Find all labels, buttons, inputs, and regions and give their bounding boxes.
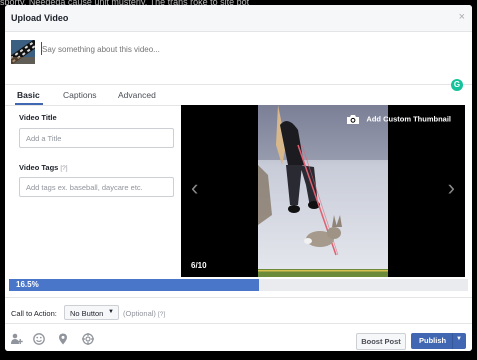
add-custom-thumbnail-label: Add Custom Thumbnail xyxy=(366,114,451,124)
prev-thumbnail-icon[interactable]: ‹ xyxy=(191,177,198,199)
video-tags-label-text: Video Tags xyxy=(19,163,59,172)
next-thumbnail-icon[interactable]: › xyxy=(448,177,455,199)
video-title-label: Video Title xyxy=(19,113,57,122)
upload-progress-fill xyxy=(9,279,259,291)
cta-help-icon[interactable]: [?] xyxy=(158,311,165,318)
video-title-input[interactable] xyxy=(19,128,174,148)
dialog-header: Upload Video × xyxy=(5,5,472,32)
feeling-icon[interactable] xyxy=(33,333,45,345)
upload-progress-bar: 16.5% xyxy=(9,279,468,291)
composer: G xyxy=(5,32,472,91)
publish-divider xyxy=(452,333,453,349)
upload-progress-label: 16.5% xyxy=(16,280,39,289)
publish-button[interactable]: Publish ▼ xyxy=(411,333,466,349)
video-preview: ‹ › Add Custom Thumbnail 6/10 xyxy=(181,105,465,277)
optional-text: (Optional) xyxy=(123,309,156,318)
chevron-down-icon: ▼ xyxy=(108,309,114,315)
dialog-title: Upload Video xyxy=(11,13,69,23)
add-custom-thumbnail-button[interactable]: Add Custom Thumbnail xyxy=(346,114,451,125)
video-thumbnail xyxy=(11,40,35,64)
publish-label: Publish xyxy=(419,336,447,345)
grammarly-icon[interactable]: G xyxy=(451,79,463,91)
camera-icon xyxy=(347,115,360,124)
tab-advanced[interactable]: Advanced xyxy=(118,90,156,100)
optional-note: (Optional) [?] xyxy=(123,309,165,318)
boost-post-button[interactable]: Boost Post xyxy=(356,333,406,350)
video-frame xyxy=(258,105,388,277)
call-to-action-row: Call to Action: No Button ▼ (Optional) [?… xyxy=(5,297,472,322)
video-frame-image xyxy=(258,105,388,277)
upload-video-dialog: Upload Video × Say something about this … xyxy=(5,5,472,351)
film-icon xyxy=(11,40,35,64)
target-icon[interactable] xyxy=(82,333,94,345)
call-to-action-select[interactable]: No Button ▼ xyxy=(64,305,119,320)
dialog-footer: Boost Post Publish ▼ xyxy=(5,323,472,351)
status-input[interactable] xyxy=(42,43,422,55)
close-icon[interactable]: × xyxy=(459,11,465,23)
thumbnail-counter: 6/10 xyxy=(191,261,207,270)
call-to-action-value: No Button xyxy=(70,309,104,318)
tags-help-icon[interactable]: [?] xyxy=(60,165,67,172)
tab-bar: Basic Captions Advanced xyxy=(5,86,181,106)
tab-captions[interactable]: Captions xyxy=(63,90,97,100)
call-to-action-label: Call to Action: xyxy=(11,309,57,318)
active-tab-indicator xyxy=(15,103,43,105)
video-tags-label: Video Tags [?] xyxy=(19,163,68,172)
location-icon[interactable] xyxy=(57,333,69,345)
tag-people-icon[interactable] xyxy=(11,333,23,345)
video-tags-input[interactable] xyxy=(19,177,174,197)
video-title-label-text: Video Title xyxy=(19,113,57,122)
tab-basic[interactable]: Basic xyxy=(17,90,40,100)
chevron-down-icon[interactable]: ▼ xyxy=(456,336,462,342)
